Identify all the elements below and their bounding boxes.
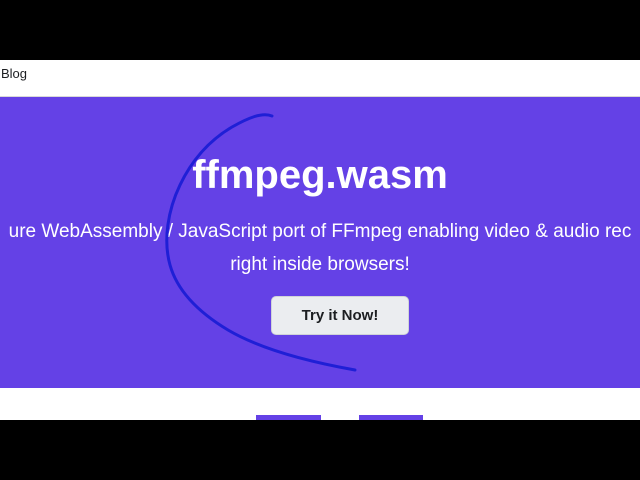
section-tab-2[interactable]: [359, 415, 423, 420]
content-below-hero: [0, 388, 640, 420]
hero-banner: ffmpeg.wasm ure WebAssembly / JavaScript…: [0, 97, 640, 388]
top-navbar: Blog: [0, 60, 640, 97]
hero-title: ffmpeg.wasm: [192, 153, 448, 197]
try-it-now-button[interactable]: Try it Now!: [271, 296, 409, 335]
hero-subtitle-line-1: ure WebAssembly / JavaScript port of FFm…: [8, 221, 632, 242]
section-tab-1[interactable]: [256, 415, 321, 420]
nav-link-blog[interactable]: Blog: [1, 66, 27, 81]
hero-subtitle-line-2: right inside browsers!: [230, 254, 410, 275]
